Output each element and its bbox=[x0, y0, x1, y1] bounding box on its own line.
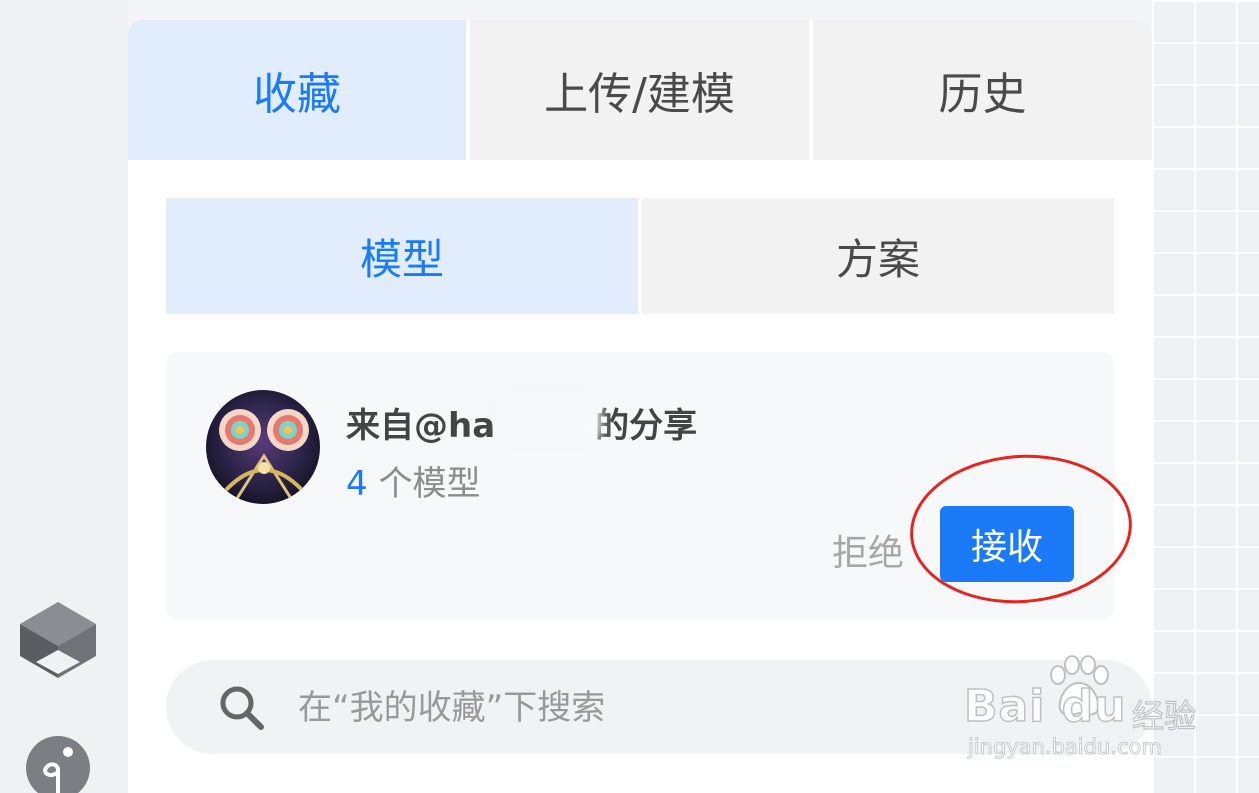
share-card: 来自@ha 的分享 4 个模型 拒绝 接收 bbox=[166, 352, 1114, 620]
tab-upload-modeling[interactable]: 上传/建模 bbox=[466, 20, 809, 160]
subtab-plans[interactable]: 方案 bbox=[638, 198, 1114, 314]
plant-icon[interactable] bbox=[24, 734, 92, 793]
box-icon[interactable] bbox=[18, 600, 98, 680]
share-title-suffix: 的分享 bbox=[595, 406, 698, 446]
main-tabbar: 收藏 上传/建模 历史 bbox=[128, 20, 1152, 160]
share-title-prefix: 来自@ha bbox=[346, 406, 496, 446]
tab-favorites[interactable]: 收藏 bbox=[128, 20, 466, 160]
reject-button[interactable]: 拒绝 bbox=[832, 524, 904, 576]
model-count-unit: 个模型 bbox=[378, 464, 481, 504]
subtab-models[interactable]: 模型 bbox=[166, 198, 638, 314]
model-count-number: 4 bbox=[346, 464, 368, 504]
left-sidebar bbox=[0, 0, 128, 793]
search-icon bbox=[220, 686, 264, 730]
search-input[interactable] bbox=[296, 684, 940, 732]
avatar bbox=[206, 390, 320, 504]
model-count: 4 个模型 bbox=[346, 456, 480, 505]
accept-button[interactable]: 接收 bbox=[940, 506, 1074, 582]
sub-tabbar: 模型 方案 bbox=[166, 198, 1114, 314]
tab-history[interactable]: 历史 bbox=[809, 20, 1152, 160]
canvas-grid bbox=[1152, 0, 1259, 793]
favorites-panel: 收藏 上传/建模 历史 模型 方案 来自@ha 的分享 4 个模型 拒绝 接收 … bbox=[128, 20, 1152, 793]
search-bar[interactable] bbox=[166, 660, 1152, 754]
redaction-blur bbox=[501, 399, 601, 439]
